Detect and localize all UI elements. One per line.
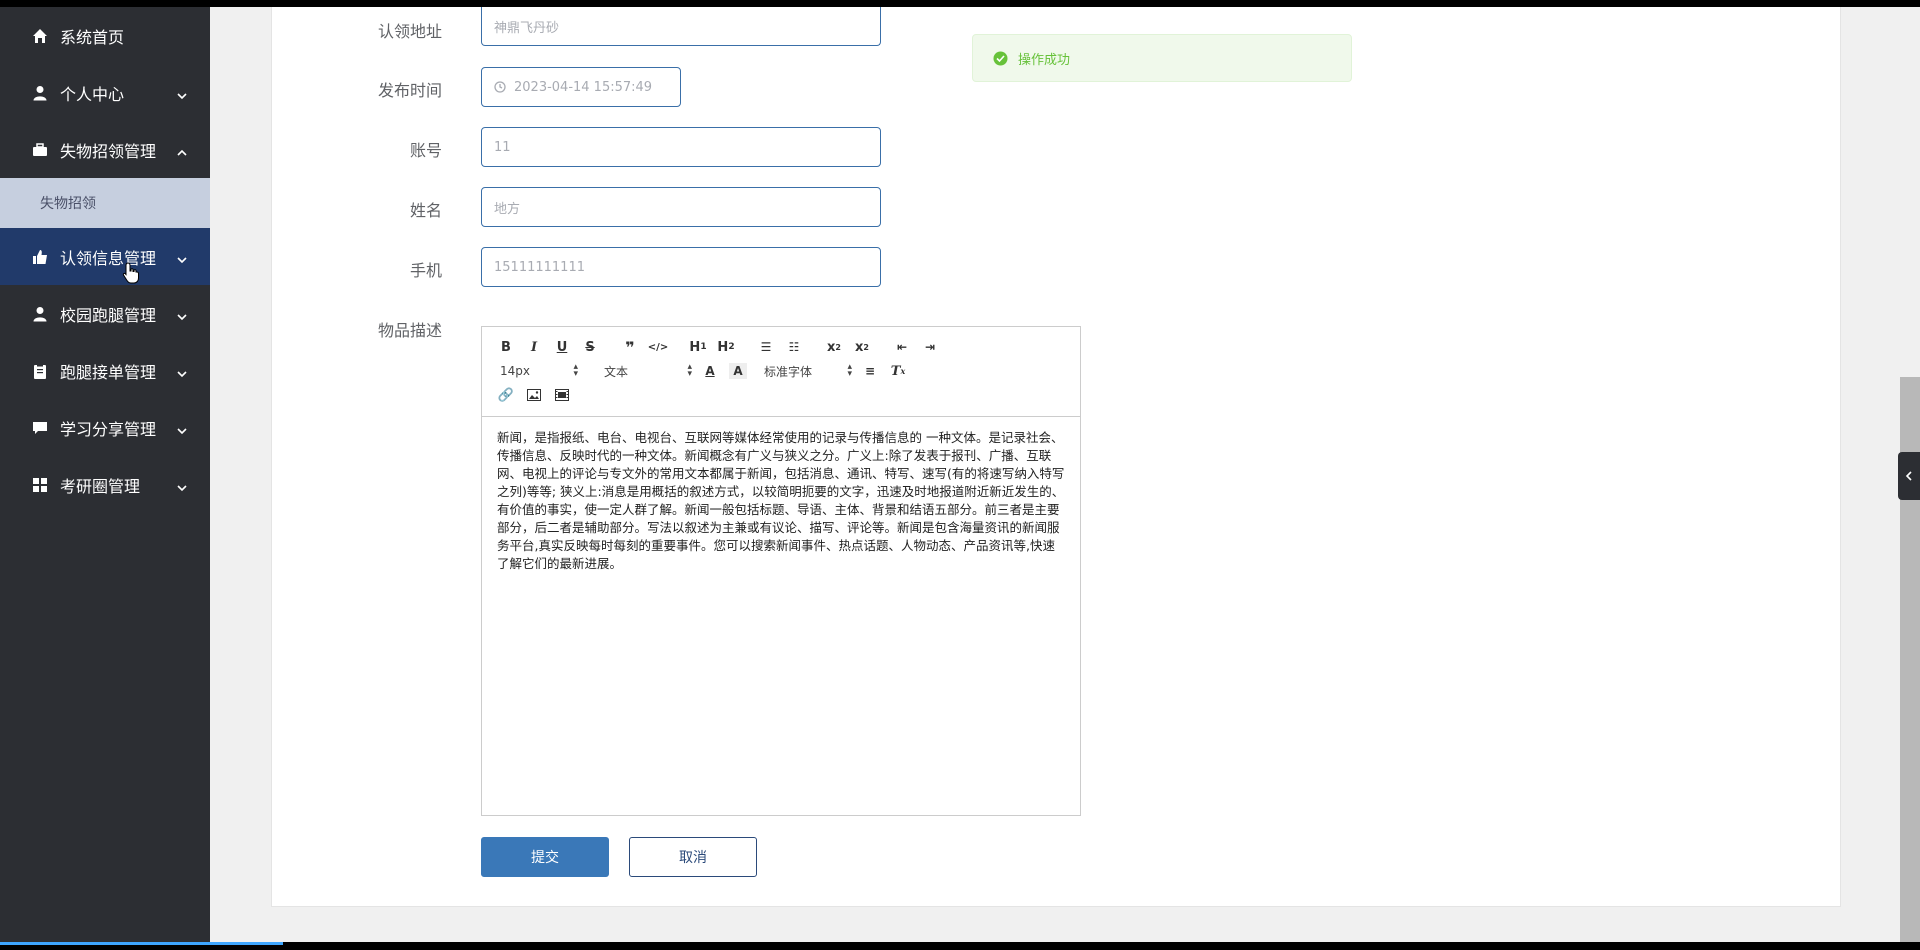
chevron-left-icon — [1905, 471, 1912, 481]
chevron-down-icon — [176, 87, 188, 99]
submit-button[interactable]: 提交 — [481, 837, 609, 877]
text-type-value: 文本 — [604, 364, 629, 379]
sidebar-item-claim-info[interactable]: 认领信息管理 — [0, 228, 210, 285]
blockquote-icon[interactable]: ❞ — [616, 335, 644, 359]
sidebar-item-label: 失物招领管理 — [60, 141, 157, 161]
subscript-icon[interactable]: x2 — [820, 335, 848, 359]
submenu-item-lost-found[interactable]: 失物招领 — [0, 178, 210, 228]
top-bar — [0, 0, 1920, 7]
editor-content[interactable]: 新闻，是指报纸、电台、电视台、互联网等媒体经常使用的记录与传播信息的 一种文体。… — [482, 417, 1080, 585]
publish-time-value: 2023-04-14 15:57:49 — [514, 79, 653, 95]
image-icon[interactable] — [520, 383, 548, 407]
sidebar-item-errand-orders[interactable]: 跑腿接单管理 — [0, 342, 210, 399]
side-panel-toggle[interactable] — [1898, 452, 1920, 500]
font-size-select[interactable]: 14px ▴ ▾ — [492, 359, 582, 383]
grid-icon — [30, 477, 50, 493]
indent-icon[interactable]: ⇥ — [916, 335, 944, 359]
chevron-down-icon — [176, 308, 188, 320]
address-value: 神鼎飞丹砂 — [494, 20, 560, 36]
code-block-icon[interactable]: </> — [644, 335, 672, 359]
bullet-list-icon[interactable]: ☷ — [780, 335, 808, 359]
home-icon — [30, 28, 50, 44]
sidebar-item-label: 学习分享管理 — [60, 419, 157, 439]
description-label: 物品描述 — [377, 321, 442, 340]
cancel-button[interactable]: 取消 — [629, 837, 757, 877]
name-input[interactable]: 地方 — [481, 187, 881, 227]
sidebar: 系统首页 个人中心 失物招领管理 失物招领 认领信息管理 校园跑腿管理 跑腿接单… — [0, 7, 210, 942]
strikethrough-icon[interactable]: S — [576, 335, 604, 359]
chevron-up-icon — [176, 144, 188, 156]
heading2-icon[interactable]: H2 — [712, 335, 740, 359]
clipboard-icon — [30, 363, 50, 379]
account-label: 账号 — [409, 141, 442, 160]
thumbs-up-icon — [30, 249, 50, 265]
editor-toolbar: B I U S ❞ </> H1 H2 ☰ ☷ x2 x2 ⇤ ⇥ 14px ▴… — [482, 327, 1080, 417]
chevron-down-icon — [176, 251, 188, 263]
user-icon — [30, 306, 50, 322]
name-label: 姓名 — [409, 201, 442, 220]
sidebar-item-label: 认领信息管理 — [60, 248, 157, 268]
font-family-value: 标准字体 — [764, 364, 813, 379]
italic-icon[interactable]: I — [520, 335, 548, 359]
address-input[interactable]: 神鼎飞丹砂 — [481, 7, 881, 46]
loading-progress-bar — [0, 942, 283, 945]
bold-icon[interactable]: B — [492, 335, 520, 359]
success-toast: 操作成功 — [972, 34, 1352, 82]
account-input[interactable]: 11 — [481, 127, 881, 167]
briefcase-icon — [30, 142, 50, 158]
main-content: 认领地址 神鼎飞丹砂 发布时间 2023-04-14 15:57:49 账号 1… — [210, 7, 1900, 942]
heading1-icon[interactable]: H1 — [684, 335, 712, 359]
phone-value: 15111111111 — [494, 259, 585, 275]
sidebar-item-lost-found[interactable]: 失物招领管理 — [0, 121, 210, 178]
form-panel: 认领地址 神鼎飞丹砂 发布时间 2023-04-14 15:57:49 账号 1… — [271, 7, 1841, 907]
sidebar-item-personal-center[interactable]: 个人中心 — [0, 64, 210, 121]
name-value: 地方 — [494, 201, 521, 217]
sidebar-item-label: 系统首页 — [60, 27, 125, 47]
chevron-down-icon — [176, 422, 188, 434]
chevron-down-icon — [176, 365, 188, 377]
toast-message: 操作成功 — [1018, 52, 1071, 68]
sidebar-item-label: 跑腿接单管理 — [60, 362, 157, 382]
font-size-value: 14px — [500, 364, 530, 378]
font-color-icon[interactable]: A — [696, 359, 724, 383]
sidebar-item-home[interactable]: 系统首页 — [0, 7, 210, 64]
clear-format-icon[interactable]: Tx — [884, 359, 912, 383]
publish-time-label: 发布时间 — [377, 81, 442, 100]
success-check-icon — [993, 51, 1008, 66]
sidebar-item-label: 校园跑腿管理 — [60, 305, 157, 325]
link-icon[interactable]: 🔗 — [492, 383, 520, 407]
publish-time-input[interactable]: 2023-04-14 15:57:49 — [481, 67, 681, 107]
phone-input[interactable]: 15111111111 — [481, 247, 881, 287]
underline-icon[interactable]: U — [548, 335, 576, 359]
outdent-icon[interactable]: ⇤ — [888, 335, 916, 359]
select-arrows-icon: ▴ ▾ — [687, 362, 692, 379]
sidebar-item-label: 个人中心 — [60, 84, 125, 104]
sidebar-item-label: 考研圈管理 — [60, 476, 141, 496]
chevron-down-icon — [176, 479, 188, 491]
sidebar-item-campus-errand[interactable]: 校园跑腿管理 — [0, 285, 210, 342]
background-color-icon[interactable]: A — [729, 363, 747, 379]
text-type-select[interactable]: 文本 ▴ ▾ — [596, 359, 696, 383]
video-icon[interactable] — [548, 383, 576, 407]
ordered-list-icon[interactable]: ☰ — [752, 335, 780, 359]
address-label: 认领地址 — [377, 22, 442, 41]
align-icon[interactable]: ≡ — [856, 359, 884, 383]
sidebar-item-kaoyan-circle[interactable]: 考研圈管理 — [0, 456, 210, 513]
font-family-select[interactable]: 标准字体 ▴ ▾ — [756, 359, 856, 383]
account-value: 11 — [494, 139, 511, 155]
select-arrows-icon: ▴ ▾ — [847, 362, 852, 379]
hand-cursor-icon — [122, 262, 139, 284]
rich-text-editor: B I U S ❞ </> H1 H2 ☰ ☷ x2 x2 ⇤ ⇥ 14px ▴… — [481, 326, 1081, 816]
comment-icon — [30, 420, 50, 436]
sidebar-item-study-share[interactable]: 学习分享管理 — [0, 399, 210, 456]
superscript-icon[interactable]: x2 — [848, 335, 876, 359]
select-arrows-icon: ▴ ▾ — [573, 362, 578, 379]
submenu-item-label: 失物招领 — [40, 196, 96, 212]
bottom-bar — [0, 942, 1920, 950]
phone-label: 手机 — [409, 261, 442, 280]
user-icon — [30, 85, 50, 101]
clock-icon — [494, 81, 506, 93]
